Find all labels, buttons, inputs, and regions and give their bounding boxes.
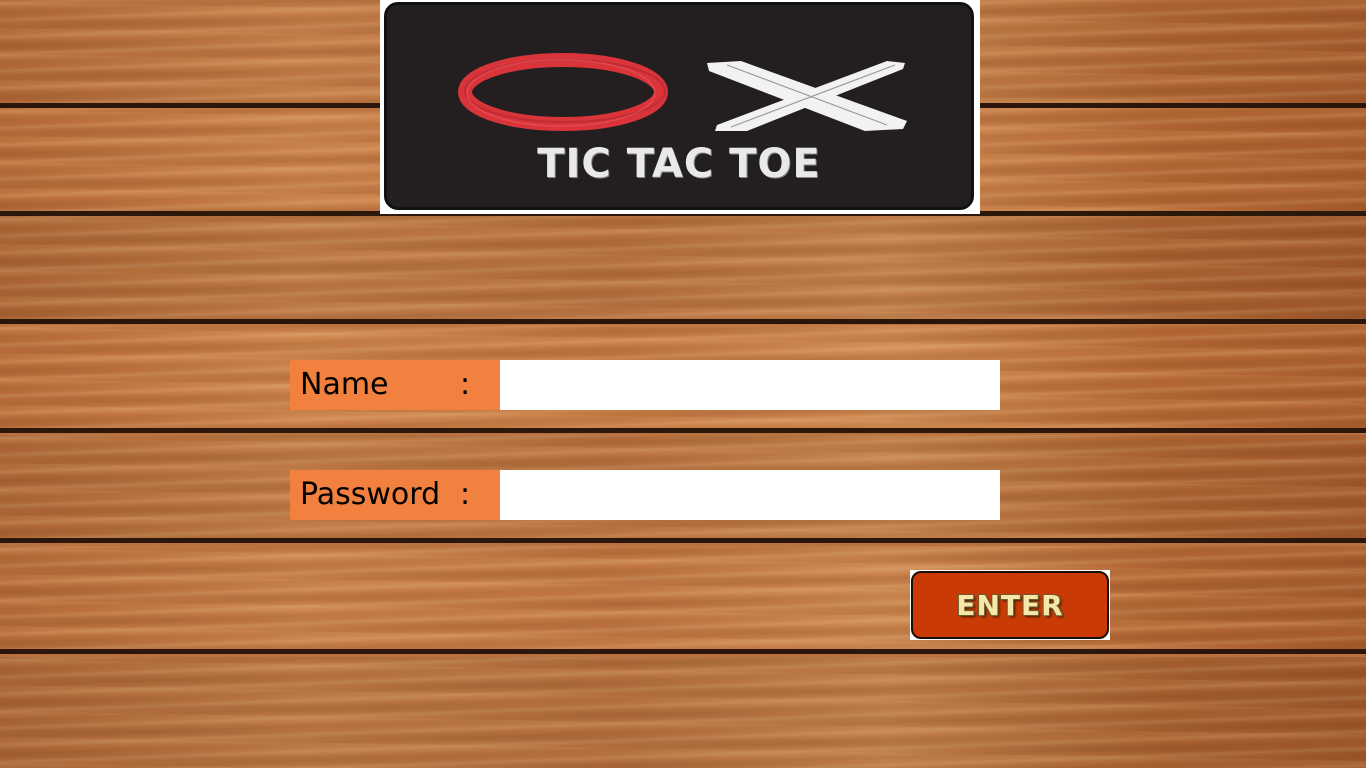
logo-title: TIC TAC TOE [537,141,821,187]
enter-button[interactable]: ENTER [910,570,1110,640]
logo-badge: TIC TAC TOE [384,2,974,210]
name-label-colon: : [460,367,471,402]
x-cross-icon [707,61,907,131]
enter-button-label[interactable]: ENTER [911,571,1109,639]
wood-plank [0,657,1366,768]
password-label-text: Password [300,477,441,512]
wood-plank [0,546,1366,654]
password-label-colon: : [460,477,471,512]
name-label-text: Name [300,367,389,402]
name-input[interactable] [500,360,1000,410]
wood-plank [0,216,1366,324]
login-screen: TIC TAC TOE Name : Password : ENTER [0,0,1366,768]
game-logo: TIC TAC TOE [380,0,980,214]
o-ring-icon [458,53,668,131]
name-label: Name : [290,360,500,410]
password-input[interactable] [500,470,1000,520]
password-label: Password : [290,470,500,520]
